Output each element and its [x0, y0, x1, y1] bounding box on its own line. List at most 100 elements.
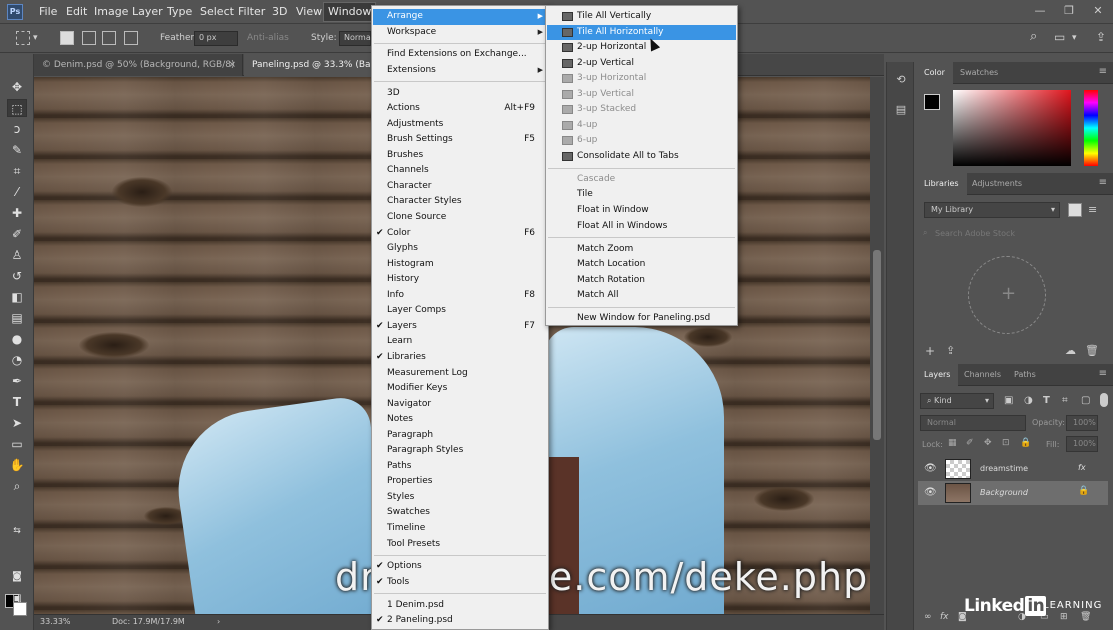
tab-channels[interactable]: Channels	[956, 364, 1009, 386]
lock-all-icon[interactable]: 🔒	[1020, 438, 1031, 448]
workspace-icon[interactable]: ▭	[1054, 30, 1065, 44]
history-brush-tool-icon[interactable]: ↺	[7, 267, 27, 285]
close-tab-icon[interactable]: ×	[228, 54, 236, 76]
link-layers-icon[interactable]: ∞	[924, 612, 932, 622]
layer-row-dreamstime[interactable]: 👁 dreamstime fx	[918, 457, 1108, 481]
visibility-eye-icon[interactable]: 👁	[924, 463, 937, 474]
menu-item-history[interactable]: History	[373, 272, 547, 288]
chevron-down-icon[interactable]: ▾	[1072, 33, 1077, 43]
menu-layer[interactable]: Layer	[132, 0, 163, 24]
feather-input[interactable]: 0 px	[194, 31, 238, 46]
menu-type[interactable]: Type	[167, 0, 192, 24]
lock-image-icon[interactable]: ✐	[966, 438, 974, 448]
stock-search-input[interactable]: Search Adobe Stock	[935, 229, 1015, 238]
menu-filter[interactable]: Filter	[238, 0, 265, 24]
new-layer-icon[interactable]: ⊞	[1060, 612, 1068, 622]
pen-tool-icon[interactable]: ✒	[7, 372, 27, 390]
clone-stamp-tool-icon[interactable]: ♙	[7, 246, 27, 264]
menu-item-swatches[interactable]: Swatches	[373, 505, 547, 521]
menu-item-libraries[interactable]: ✔ Libraries	[373, 350, 547, 366]
type-tool-icon[interactable]: T	[7, 393, 27, 411]
visibility-eye-icon[interactable]: 👁	[924, 487, 937, 498]
crop-tool-icon[interactable]: ⌗	[7, 162, 27, 180]
lock-position-icon[interactable]: ✥	[984, 438, 992, 448]
brush-tool-icon[interactable]: ✐	[7, 225, 27, 243]
menu-view[interactable]: View	[296, 0, 322, 24]
filter-toggle[interactable]	[1100, 393, 1108, 407]
add-style-icon[interactable]: fx	[940, 612, 949, 622]
anti-alias-checkbox[interactable]: Anti-alias	[247, 33, 289, 43]
add-content-icon[interactable]: +	[925, 344, 935, 358]
subtract-selection-icon[interactable]	[102, 31, 116, 45]
tab-libraries[interactable]: Libraries	[916, 173, 967, 195]
menu-item-character-styles[interactable]: Character Styles	[373, 194, 547, 210]
menu-item-arrange[interactable]: Arrange ▶	[373, 9, 547, 25]
swap-colors-icon[interactable]: ⇆	[7, 522, 27, 540]
smart-object-filter-icon[interactable]: ▢	[1081, 395, 1090, 406]
quick-mask-icon[interactable]: ◙	[7, 568, 27, 586]
opacity-input[interactable]: 100%	[1066, 415, 1098, 431]
menu-item-2-up-vertical[interactable]: 2-up Vertical	[547, 56, 736, 72]
menu-item-actions[interactable]: Actions Alt+F9	[373, 101, 547, 117]
close-icon[interactable]: ✕	[1087, 2, 1109, 20]
history-panel-icon[interactable]: ⟲	[893, 72, 909, 88]
menu-item-options[interactable]: ✔ Options	[373, 559, 547, 575]
menu-item-workspace[interactable]: Workspace ▶	[373, 25, 547, 41]
screen-mode-icon[interactable]: ▣	[7, 590, 27, 608]
new-selection-icon[interactable]	[60, 31, 74, 45]
delete-layer-icon[interactable]: 🗑	[1080, 612, 1091, 622]
chevron-down-icon[interactable]: ▾	[33, 33, 38, 43]
menu-file[interactable]: File	[39, 0, 57, 24]
menu-item-learn[interactable]: Learn	[373, 334, 547, 350]
menu-item-properties[interactable]: Properties	[373, 474, 547, 490]
color-field[interactable]	[953, 90, 1071, 166]
menu-item-3d[interactable]: 3D	[373, 86, 547, 102]
menu-window[interactable]: Window	[323, 2, 377, 22]
menu-item-tile-all-horizontally[interactable]: Tile All Horizontally	[547, 24, 736, 41]
menu-select[interactable]: Select	[200, 0, 234, 24]
menu-item-tile-all-vertically[interactable]: Tile All Vertically	[547, 9, 736, 25]
grid-view-icon[interactable]	[1068, 203, 1082, 217]
menu-edit[interactable]: Edit	[66, 0, 87, 24]
menu-item-tool-presets[interactable]: Tool Presets	[373, 537, 547, 553]
pixel-filter-icon[interactable]: ▣	[1004, 395, 1013, 406]
menu-item-paragraph[interactable]: Paragraph	[373, 428, 547, 444]
add-selection-icon[interactable]	[82, 31, 96, 45]
menu-item-brush-settings[interactable]: Brush Settings F5	[373, 132, 547, 148]
tab-paths[interactable]: Paths	[1006, 364, 1044, 386]
menu-item-channels[interactable]: Channels	[373, 163, 547, 179]
restore-icon[interactable]: ❐	[1058, 2, 1080, 20]
fill-input[interactable]: 100%	[1066, 436, 1098, 452]
dodge-tool-icon[interactable]: ◔	[7, 351, 27, 369]
menu-item-clone-source[interactable]: Clone Source	[373, 210, 547, 226]
menu-item-find-extensions-on-exchange[interactable]: Find Extensions on Exchange...	[373, 47, 547, 63]
menu-item-tile[interactable]: Tile	[547, 187, 736, 203]
menu-item-histogram[interactable]: Histogram	[373, 257, 547, 273]
list-view-icon[interactable]: ≡	[1088, 203, 1097, 216]
blend-mode-select[interactable]: Normal	[920, 415, 1026, 431]
move-tool-icon[interactable]: ✥	[7, 78, 27, 96]
menu-item-tools[interactable]: ✔ Tools	[373, 575, 547, 591]
menu-item-new-window-for-paneling-psd[interactable]: New Window for Paneling.psd	[547, 311, 736, 327]
hue-slider[interactable]	[1084, 90, 1098, 166]
lock-artboard-icon[interactable]: ⊡	[1002, 438, 1010, 448]
foreground-color-swatch[interactable]	[924, 94, 940, 110]
menu-3d[interactable]: 3D	[272, 0, 287, 24]
menu-item-2-paneling-psd[interactable]: ✔ 2 Paneling.psd	[373, 613, 547, 629]
menu-item-layer-comps[interactable]: Layer Comps	[373, 303, 547, 319]
zoom-tool-icon[interactable]: ⌕	[7, 477, 27, 495]
tab-adjustments[interactable]: Adjustments	[964, 173, 1030, 195]
layer-row-background[interactable]: 👁 Background 🔒	[918, 481, 1108, 505]
hand-tool-icon[interactable]: ✋	[7, 456, 27, 474]
zoom-level[interactable]: 33.33%	[40, 617, 71, 626]
marquee-tool-icon[interactable]: ⬚	[7, 99, 27, 117]
share-icon[interactable]: ⇪	[1096, 30, 1106, 44]
menu-item-float-all-in-windows[interactable]: Float All in Windows	[547, 219, 736, 235]
menu-item-brushes[interactable]: Brushes	[373, 148, 547, 164]
adjustment-filter-icon[interactable]: ◑	[1024, 395, 1033, 406]
eyedropper-tool-icon[interactable]: ⁄	[7, 183, 27, 201]
library-select[interactable]: My Library ▾	[924, 202, 1060, 218]
menu-item-extensions[interactable]: Extensions ▶	[373, 63, 547, 79]
menu-item-modifier-keys[interactable]: Modifier Keys	[373, 381, 547, 397]
layer-name[interactable]: dreamstime	[980, 464, 1028, 473]
